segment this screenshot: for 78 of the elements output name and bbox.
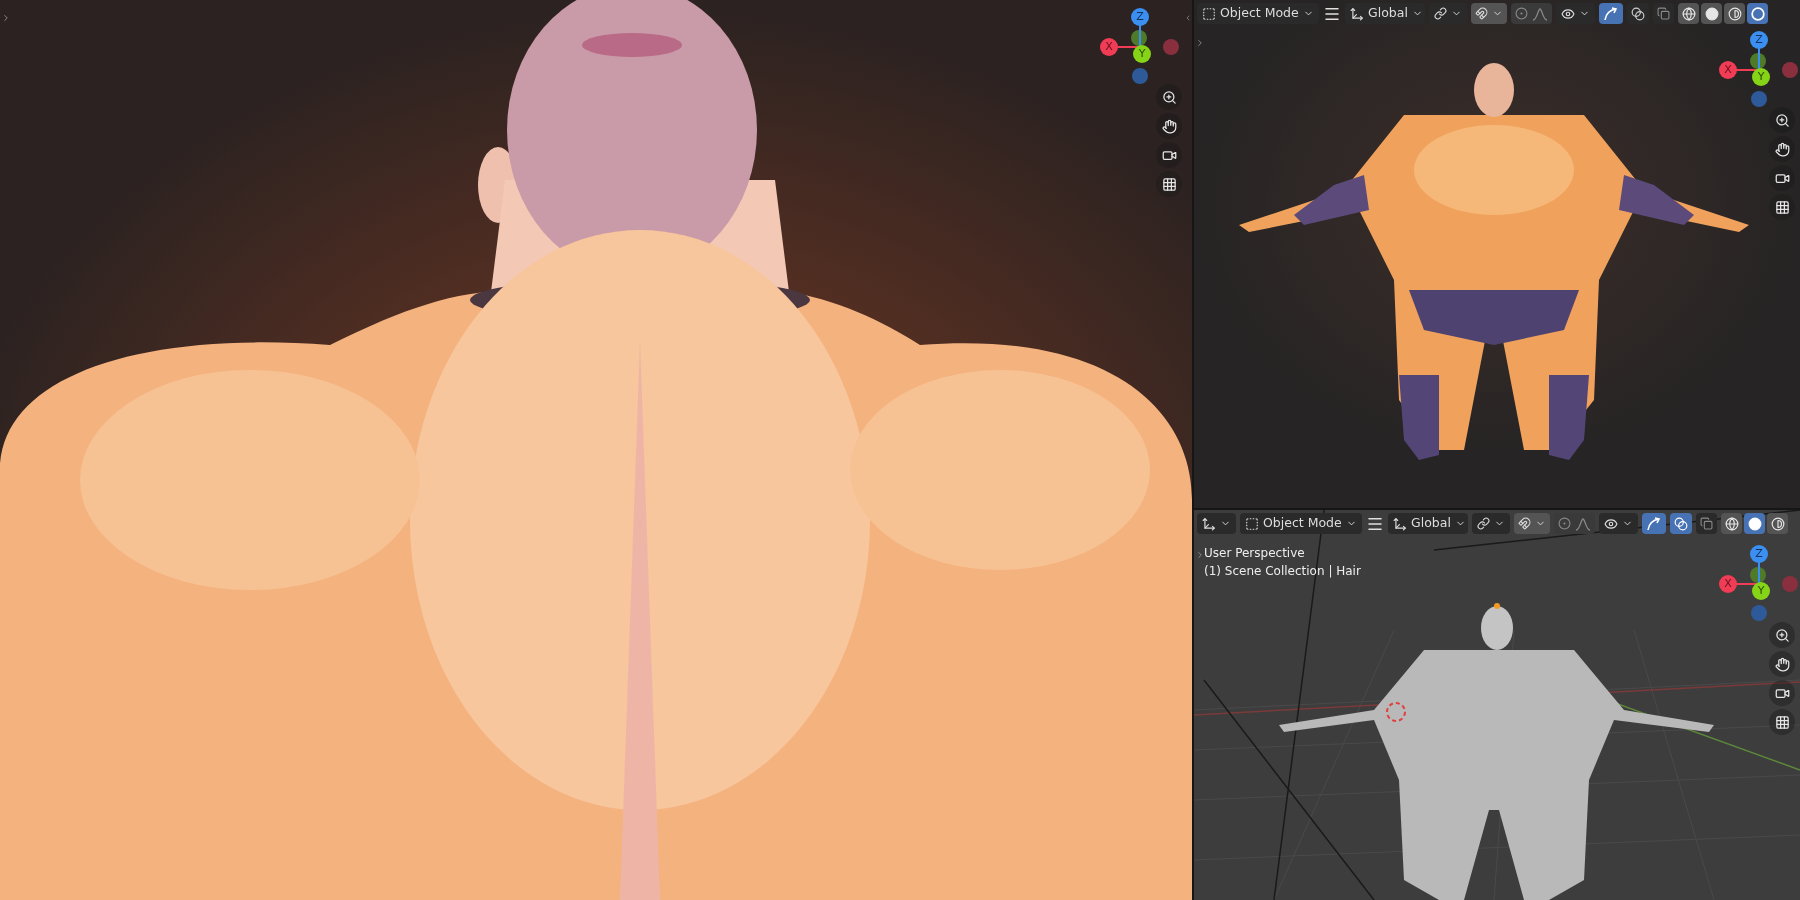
zoom-icon bbox=[1774, 627, 1790, 643]
camera-view-button[interactable] bbox=[1769, 680, 1795, 706]
pivot-link-dropdown[interactable] bbox=[1429, 3, 1467, 24]
camera-view-button[interactable] bbox=[1769, 165, 1795, 191]
shading-mode-button[interactable] bbox=[1678, 3, 1699, 24]
orientation-dropdown[interactable]: Global bbox=[1345, 3, 1425, 24]
solid-sphere-icon bbox=[1747, 516, 1762, 531]
link-icon bbox=[1434, 7, 1447, 20]
eye-icon bbox=[1561, 6, 1575, 21]
pan-icon bbox=[1161, 118, 1177, 134]
pan-button[interactable] bbox=[1156, 113, 1182, 139]
shading-mode-button[interactable] bbox=[1701, 3, 1722, 24]
visibility-dropdown[interactable] bbox=[1599, 513, 1638, 534]
camera-view-button[interactable] bbox=[1156, 142, 1182, 168]
zoom-icon bbox=[1161, 89, 1177, 105]
grid-view-icon bbox=[1774, 714, 1790, 730]
expand-region-icon[interactable] bbox=[1195, 550, 1205, 560]
snap-button[interactable] bbox=[1514, 513, 1550, 534]
mode-dropdown[interactable]: Object Mode bbox=[1240, 513, 1362, 534]
gizmo-toggle[interactable] bbox=[1599, 3, 1623, 24]
shading-mode-button[interactable] bbox=[1767, 513, 1788, 534]
pivot-icon bbox=[1202, 516, 1216, 531]
viewport-info-text: User Perspective bbox=[1204, 545, 1306, 562]
target-icon bbox=[1515, 7, 1528, 20]
falloff-curve-icon bbox=[1532, 6, 1548, 21]
grid-view-button[interactable] bbox=[1156, 171, 1182, 197]
wireframe-globe-icon bbox=[1724, 516, 1739, 531]
axes-icon bbox=[1350, 6, 1364, 21]
half-shaded-sphere-icon bbox=[1770, 516, 1785, 531]
object-square-icon bbox=[1202, 6, 1216, 21]
magnet-icon bbox=[1475, 7, 1488, 20]
curved-arrow-icon bbox=[1603, 5, 1619, 22]
gizmo-toggle[interactable] bbox=[1642, 513, 1666, 534]
overlapping-squares-icon bbox=[1700, 517, 1713, 530]
visibility-dropdown[interactable] bbox=[1556, 3, 1595, 24]
shading-mode-button[interactable] bbox=[1724, 3, 1745, 24]
axes-icon bbox=[1393, 516, 1407, 531]
overlapping-circles-icon bbox=[1631, 6, 1645, 21]
zoom-icon bbox=[1774, 112, 1790, 128]
pivot-link-dropdown[interactable] bbox=[1472, 513, 1510, 534]
wireframe-globe-icon bbox=[1681, 6, 1696, 21]
zoom-button[interactable] bbox=[1769, 107, 1795, 133]
pivot-point-dropdown[interactable] bbox=[1197, 513, 1236, 534]
overlapping-circles-icon bbox=[1674, 516, 1688, 531]
magnet-icon bbox=[1518, 517, 1531, 530]
grid-view-icon bbox=[1774, 199, 1790, 215]
object-square-icon bbox=[1245, 516, 1259, 531]
zoom-button[interactable] bbox=[1156, 84, 1182, 110]
falloff-curve-icon bbox=[1575, 516, 1591, 531]
grid-view-button[interactable] bbox=[1769, 194, 1795, 220]
shading-mode-button[interactable] bbox=[1721, 513, 1742, 534]
solid-sphere-icon bbox=[1704, 6, 1719, 21]
zoom-button[interactable] bbox=[1769, 622, 1795, 648]
pan-icon bbox=[1774, 141, 1790, 157]
grid-view-button[interactable] bbox=[1769, 709, 1795, 735]
expand-region-icon[interactable] bbox=[1, 13, 11, 23]
orientation-dropdown[interactable]: Global bbox=[1388, 513, 1468, 534]
overlapping-squares-icon bbox=[1657, 7, 1670, 20]
shading-mode-button[interactable] bbox=[1744, 513, 1765, 534]
overlay-toggle[interactable] bbox=[1670, 513, 1692, 534]
snap-button[interactable] bbox=[1471, 3, 1507, 24]
link-icon bbox=[1477, 517, 1490, 530]
expand-region-icon[interactable] bbox=[1195, 38, 1205, 48]
target-icon bbox=[1558, 517, 1571, 530]
half-shaded-sphere-icon bbox=[1727, 6, 1742, 21]
viewport-info-text: (1) Scene Collection | Hair bbox=[1204, 563, 1361, 580]
xray-toggle[interactable] bbox=[1653, 3, 1674, 24]
grid-view-icon bbox=[1161, 176, 1177, 192]
pan-button[interactable] bbox=[1769, 651, 1795, 677]
pan-icon bbox=[1774, 656, 1790, 672]
shading-mode-button[interactable] bbox=[1747, 3, 1768, 24]
curved-arrow-icon bbox=[1646, 515, 1662, 532]
xray-toggle[interactable] bbox=[1696, 513, 1717, 534]
expand-region-icon[interactable] bbox=[1184, 14, 1192, 22]
mode-dropdown[interactable]: Object Mode bbox=[1197, 3, 1319, 24]
pan-button[interactable] bbox=[1769, 136, 1795, 162]
eye-icon bbox=[1604, 516, 1618, 531]
overlay-toggle[interactable] bbox=[1627, 3, 1649, 24]
